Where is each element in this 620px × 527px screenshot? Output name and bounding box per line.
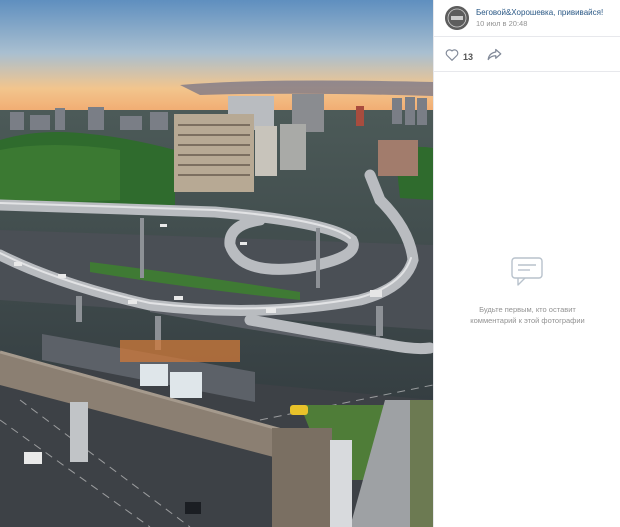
post-date[interactable]: 10 июл в 20:48 xyxy=(476,19,527,28)
author-link[interactable]: Беговой&Хорошевка, прививайся! xyxy=(476,8,603,17)
comments-empty-state: Будьте первым, кто оставит комментарий к… xyxy=(434,255,620,326)
comments-empty-text: Будьте первым, кто оставит комментарий к… xyxy=(434,304,620,326)
post-header: Беговой&Хорошевка, прививайся! 10 июл в … xyxy=(434,0,620,37)
comments-empty-line1: Будьте первым, кто оставит xyxy=(479,305,576,314)
photo-viewer[interactable] xyxy=(0,0,433,527)
post-actions: 13 xyxy=(434,37,620,72)
share-button[interactable] xyxy=(487,48,502,66)
aerial-city-interchange-photo xyxy=(0,0,433,527)
comments-empty-line2: комментарий к этой фотографии xyxy=(470,316,585,325)
like-count: 13 xyxy=(463,52,474,62)
comment-bubbles-icon xyxy=(508,257,548,295)
like-button[interactable]: 13 xyxy=(445,48,473,66)
post-sidebar: Беговой&Хорошевка, прививайся! 10 июл в … xyxy=(433,0,620,527)
heart-icon xyxy=(445,48,459,66)
avatar[interactable] xyxy=(445,6,469,30)
share-arrow-icon xyxy=(487,48,502,65)
